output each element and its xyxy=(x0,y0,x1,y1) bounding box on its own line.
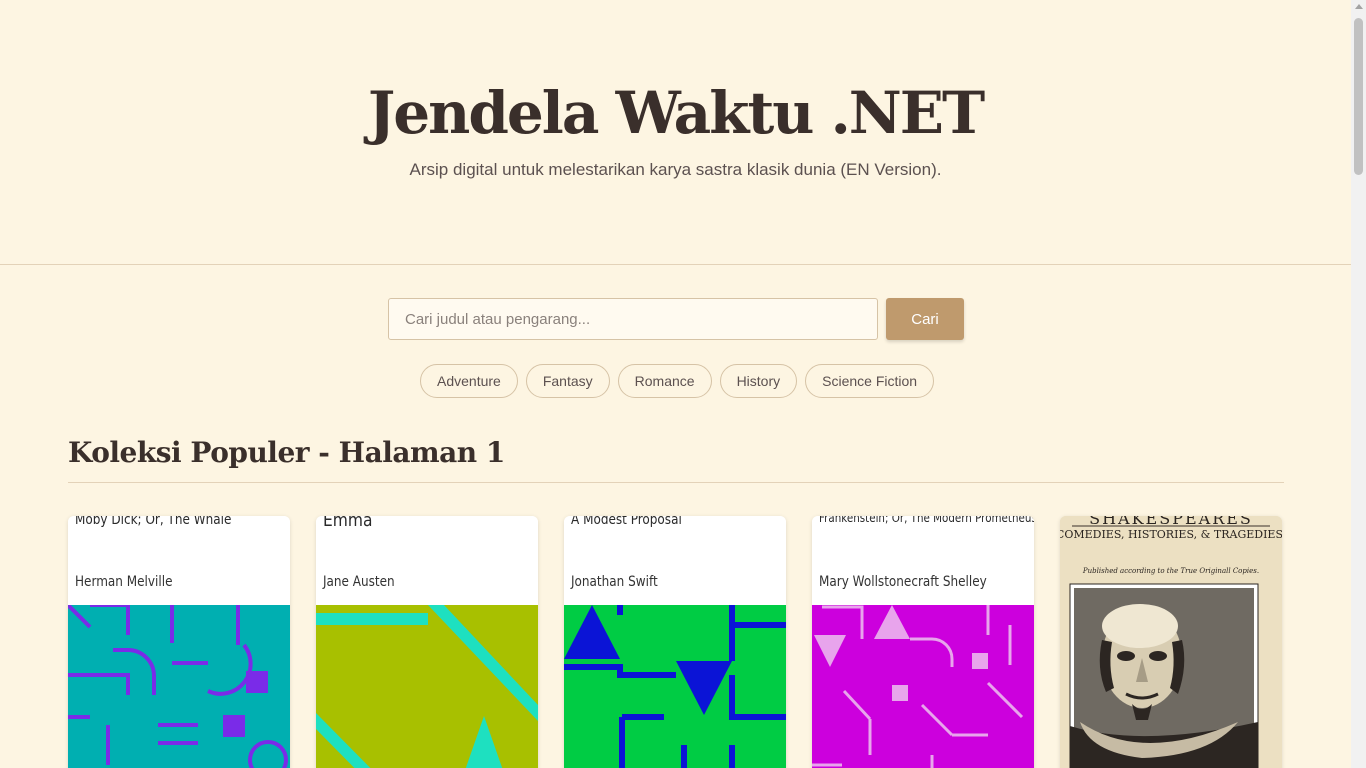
site-subtitle: Arsip digital untuk melestarikan karya s… xyxy=(409,160,942,179)
search-input[interactable] xyxy=(388,298,878,340)
book-author: Herman Melville xyxy=(75,574,173,590)
cover-imprint: Published according to the True Original… xyxy=(1082,567,1259,575)
page: Jendela Waktu .NET Arsip digital untuk m… xyxy=(0,0,1351,768)
book-author: Mary Wollstonecraft Shelley xyxy=(819,574,987,590)
cover-art xyxy=(812,605,1034,768)
genre-romance[interactable]: Romance xyxy=(617,364,712,398)
vertical-scrollbar[interactable] xyxy=(1351,0,1366,768)
genre-adventure[interactable]: Adventure xyxy=(420,364,518,398)
cover-header: Frankenstein; Or, The Modern Prometheus … xyxy=(812,516,1034,605)
genre-fantasy[interactable]: Fantasy xyxy=(525,364,610,398)
cover-art xyxy=(68,605,290,768)
book-grid: Moby Dick; Or, The Whale Herman Melville… xyxy=(68,516,1282,768)
scroll-thumb[interactable] xyxy=(1354,18,1363,175)
book-card[interactable]: A Modest Proposal Jonathan Swift xyxy=(564,516,786,768)
cover-header: Emma Jane Austen xyxy=(316,516,538,605)
scroll-up-arrow-icon[interactable] xyxy=(1355,4,1363,9)
cover-art xyxy=(316,605,538,768)
book-title: A Modest Proposal xyxy=(571,516,682,528)
cover-header: A Modest Proposal Jonathan Swift xyxy=(564,516,786,605)
search-bar: Cari xyxy=(388,298,964,340)
site-title: Jendela Waktu .NET xyxy=(367,79,985,147)
book-title: Emma xyxy=(323,516,373,531)
shakespeare-cover-art: SHAKESPEARES COMEDIES, HISTORIES, & TRAG… xyxy=(1060,516,1282,768)
book-card[interactable]: Moby Dick; Or, The Whale Herman Melville xyxy=(68,516,290,768)
book-title: Frankenstein; Or, The Modern Prometheus xyxy=(819,516,1034,525)
book-author: Jane Austen xyxy=(323,574,395,590)
book-card[interactable]: Emma Jane Austen xyxy=(316,516,538,768)
genre-history[interactable]: History xyxy=(719,364,798,398)
cover-header: Moby Dick; Or, The Whale Herman Melville xyxy=(68,516,290,605)
book-author: Jonathan Swift xyxy=(571,574,658,590)
cover-subheading: COMEDIES, HISTORIES, & TRAGEDIES. xyxy=(1060,528,1282,541)
genre-filters: Adventure Fantasy Romance History Scienc… xyxy=(420,364,935,398)
search-button[interactable]: Cari xyxy=(886,298,964,340)
book-card[interactable]: SHAKESPEARES COMEDIES, HISTORIES, & TRAG… xyxy=(1060,516,1282,768)
section-title: Koleksi Populer - Halaman 1 xyxy=(68,436,505,469)
section-divider xyxy=(68,482,1284,483)
genre-science-fiction[interactable]: Science Fiction xyxy=(805,364,935,398)
hero-header: Jendela Waktu .NET Arsip digital untuk m… xyxy=(0,0,1351,265)
book-title: Moby Dick; Or, The Whale xyxy=(75,516,232,528)
cover-art xyxy=(564,605,786,768)
book-card[interactable]: Frankenstein; Or, The Modern Prometheus … xyxy=(812,516,1034,768)
